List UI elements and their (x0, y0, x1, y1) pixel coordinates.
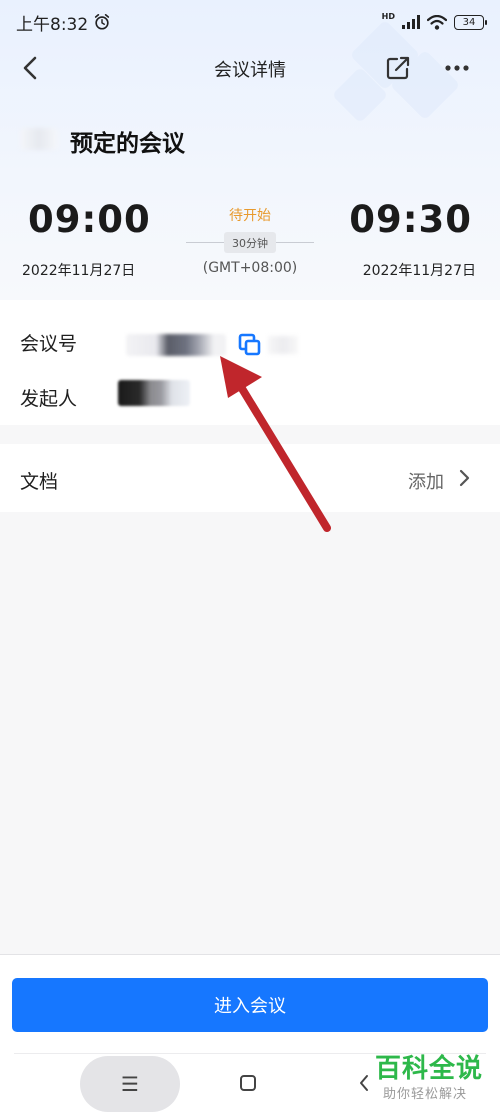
status-indicators: HD 34 (381, 11, 487, 30)
host-label: 发起人 (20, 388, 78, 410)
documents-label: 文档 (20, 471, 59, 493)
wifi-icon (427, 14, 447, 30)
status-time: 上午8:32 (16, 14, 89, 35)
more-icon[interactable] (444, 64, 470, 72)
meeting-id-label: 会议号 (20, 333, 78, 355)
host-name-value (118, 380, 190, 406)
meeting-subject: 预定的会议 (70, 131, 185, 157)
network-type-label: HD (381, 11, 395, 21)
duration-badge: 30分钟 (224, 232, 276, 253)
battery-icon: 34 (454, 14, 487, 30)
chevron-right-icon[interactable] (458, 468, 472, 488)
alarm-clock-icon (95, 13, 110, 30)
nav-bar: 会议详情 (0, 44, 500, 92)
watermark-tagline: 助你轻松解决 (383, 1087, 468, 1102)
redacted-area (268, 336, 298, 354)
add-document-link[interactable]: 添加 (408, 468, 444, 494)
redacted-icon (20, 128, 58, 150)
documents-row[interactable]: 文档 添加 (0, 444, 500, 512)
meeting-status: 待开始 (229, 208, 271, 224)
enter-meeting-button[interactable]: 进入会议 (12, 978, 488, 1032)
page-title: 会议详情 (214, 60, 286, 81)
meeting-id-value (126, 334, 226, 356)
copy-icon[interactable] (238, 333, 262, 357)
share-icon[interactable] (384, 54, 412, 82)
signal-icon (402, 15, 420, 29)
battery-level: 34 (462, 16, 476, 28)
end-date: 2022年11月27日 (362, 263, 476, 279)
system-home-button[interactable] (240, 1075, 256, 1091)
system-back-icon[interactable] (358, 1074, 370, 1092)
watermark-logo: 百科全说 (375, 1054, 484, 1084)
system-menu-button[interactable]: ☰ (80, 1056, 180, 1112)
meeting-subject-row: 预定的会议 (0, 118, 500, 162)
menu-icon: ☰ (121, 1072, 139, 1096)
status-bar: 上午8:32 HD 34 (0, 0, 500, 44)
meeting-info-card: 会议号 发起人 (0, 300, 500, 425)
